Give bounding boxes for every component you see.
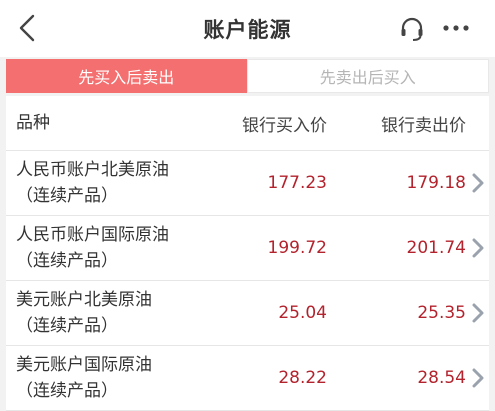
price-table: 品种 银行买入价 银行卖出价 人民币账户北美原油 （连续产品） 177.23 1… bbox=[6, 96, 489, 411]
product-name: 人民币账户国际原油 （连续产品） bbox=[6, 222, 220, 274]
product-name: 美元账户北美原油 （连续产品） bbox=[6, 287, 220, 339]
tab-buy-then-sell[interactable]: 先买入后卖出 bbox=[6, 59, 247, 93]
table-row[interactable]: 美元账户北美原油 （连续产品） 25.04 25.35 bbox=[6, 281, 489, 346]
table-row[interactable]: 美元账户国际原油 （连续产品） 28.22 28.54 bbox=[6, 346, 489, 411]
sell-price: 25.35 bbox=[417, 303, 466, 323]
tab-sell-then-buy[interactable]: 先卖出后买入 bbox=[246, 59, 489, 93]
nav-bar: 账户能源 bbox=[0, 0, 495, 57]
chevron-left-icon[interactable] bbox=[16, 13, 40, 43]
header-buy-price: 银行买入价 bbox=[242, 115, 327, 136]
product-name-sub: （连续产品） bbox=[16, 186, 118, 206]
product-name-sub: （连续产品） bbox=[16, 316, 118, 336]
chevron-right-icon[interactable] bbox=[471, 302, 485, 324]
sell-price: 201.74 bbox=[406, 238, 466, 258]
product-name-main: 人民币账户北美原油 bbox=[16, 160, 169, 180]
sell-price: 28.54 bbox=[417, 368, 466, 388]
product-name-main: 人民币账户国际原油 bbox=[16, 225, 169, 245]
page-title: 账户能源 bbox=[203, 17, 292, 42]
table-header: 品种 银行买入价 银行卖出价 bbox=[6, 96, 489, 151]
buy-price: 25.04 bbox=[278, 303, 327, 323]
product-name-main: 美元账户北美原油 bbox=[16, 290, 152, 310]
buy-price: 199.72 bbox=[267, 238, 327, 258]
headset-icon[interactable] bbox=[399, 16, 425, 42]
header-name: 品种 bbox=[16, 113, 50, 133]
sell-price: 179.18 bbox=[406, 173, 466, 193]
table-row[interactable]: 人民币账户北美原油 （连续产品） 177.23 179.18 bbox=[6, 151, 489, 216]
buy-price: 177.23 bbox=[267, 173, 327, 193]
trade-direction-tabs: 先买入后卖出 先卖出后买入 bbox=[6, 59, 489, 93]
header-sell-price: 银行卖出价 bbox=[381, 115, 466, 136]
more-dots-icon[interactable] bbox=[441, 17, 471, 39]
chevron-right-icon[interactable] bbox=[471, 367, 485, 389]
table-row[interactable]: 人民币账户国际原油 （连续产品） 199.72 201.74 bbox=[6, 216, 489, 281]
product-name-main: 美元账户国际原油 bbox=[16, 355, 152, 375]
product-name-sub: （连续产品） bbox=[16, 251, 118, 271]
product-name-sub: （连续产品） bbox=[16, 381, 118, 401]
product-name: 美元账户国际原油 （连续产品） bbox=[6, 352, 220, 404]
chevron-right-icon[interactable] bbox=[471, 172, 485, 194]
product-name: 人民币账户北美原油 （连续产品） bbox=[6, 157, 220, 209]
chevron-right-icon[interactable] bbox=[471, 237, 485, 259]
buy-price: 28.22 bbox=[278, 368, 327, 388]
